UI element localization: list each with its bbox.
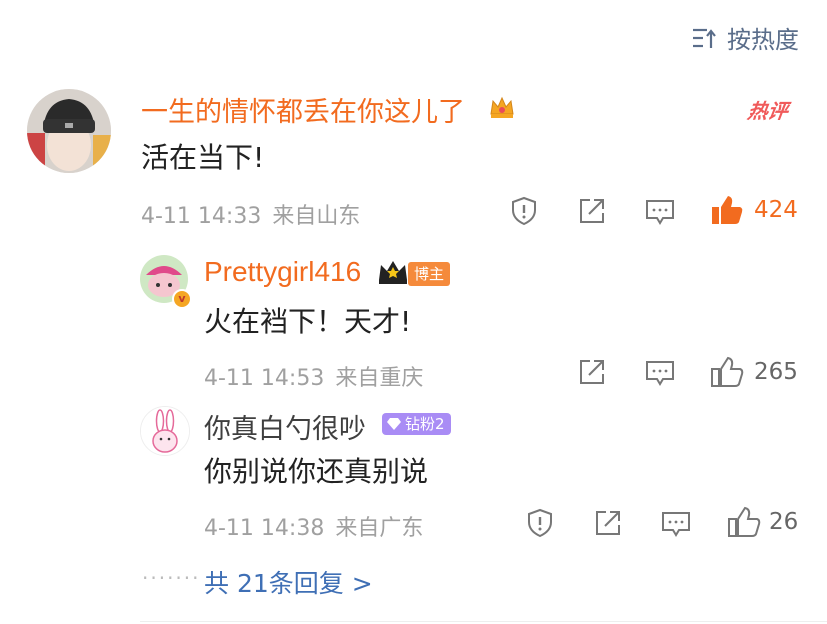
comment-location: 来自广东 (335, 516, 424, 541)
like-button[interactable]: 265 (710, 356, 798, 388)
crown-level-icon (376, 258, 410, 290)
comment-location: 来自重庆 (335, 366, 424, 391)
more-replies-dots: ······· (142, 566, 201, 590)
fan-badge-label: 钻粉2 (405, 415, 445, 433)
comment-icon[interactable] (645, 198, 675, 226)
reply-text: 火在裆下！天才! (204, 305, 412, 338)
crown-badge-icon (487, 92, 517, 126)
avatar[interactable] (140, 406, 190, 456)
sort-icon (693, 28, 716, 48)
blogger-badge: 博主 (408, 262, 451, 286)
like-filled-icon (712, 196, 743, 224)
avatar[interactable] (27, 89, 111, 173)
share-icon[interactable] (578, 197, 606, 225)
avatar[interactable]: v (140, 255, 192, 309)
sort-label: 按热度 (727, 26, 799, 54)
like-count: 424 (754, 197, 798, 223)
comment-icon[interactable] (645, 359, 675, 387)
verified-v-icon: v (172, 289, 192, 309)
like-button[interactable]: 26 (727, 506, 798, 538)
more-replies-link[interactable]: 共 21条回复 > (204, 564, 373, 600)
divider (140, 621, 827, 622)
main-comment-text: 活在当下! (141, 141, 265, 174)
comment-timestamp: 4-11 14:38 (204, 516, 325, 541)
reply-username[interactable]: 你真白勺很吵 (204, 407, 366, 446)
main-comment-username[interactable]: 一生的情怀都丢在你这儿了 (141, 90, 465, 129)
fan-level-badge: 钻粉2 (382, 413, 451, 435)
comment-location: 来自山东 (272, 204, 361, 229)
reply-username[interactable]: Prettygirl416 (204, 256, 361, 288)
comment-icon[interactable] (661, 510, 691, 538)
main-comment-time: 4-11 14:33 来自山东 (141, 198, 360, 230)
report-icon[interactable] (526, 508, 554, 538)
like-button[interactable]: 424 (710, 194, 798, 226)
reply-text: 你别说你还真别说 (204, 455, 429, 488)
report-icon[interactable] (510, 196, 538, 226)
reply-meta: 4-11 14:38 来自广东 (204, 510, 423, 542)
comment-timestamp: 4-11 14:53 (204, 366, 325, 391)
share-icon[interactable] (578, 358, 606, 386)
diamond-icon (387, 418, 401, 430)
hot-comment-tag: 热评 (746, 99, 790, 123)
like-icon (711, 356, 744, 387)
user-photo-icon (27, 89, 111, 173)
like-count: 265 (754, 359, 798, 385)
rabbit-avatar-icon (141, 407, 189, 455)
like-icon (728, 506, 761, 537)
reply-meta: 4-11 14:53 来自重庆 (204, 360, 423, 392)
sort-by-hot-button[interactable]: 按热度 (691, 20, 799, 55)
like-count: 26 (769, 509, 799, 535)
comment-timestamp: 4-11 14:33 (141, 204, 262, 229)
share-icon[interactable] (594, 509, 622, 537)
